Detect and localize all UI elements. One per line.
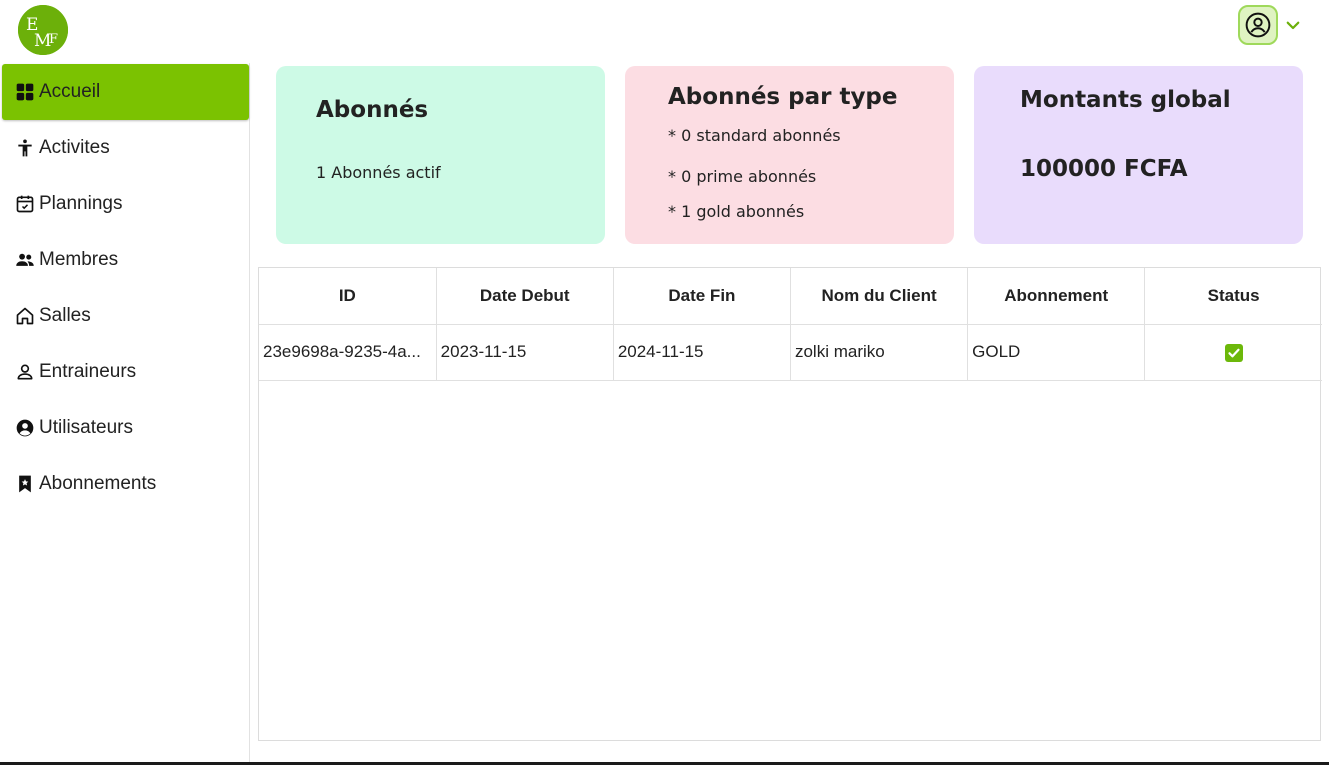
- sidebar: Accueil Activites Plannings Membres Sall…: [0, 63, 250, 765]
- sidebar-item-utilisateurs[interactable]: Utilisateurs: [2, 400, 249, 456]
- cell-abonnement: GOLD: [967, 324, 1146, 381]
- subscriptions-table: ID Date Debut Date Fin Nom du Client Abo…: [258, 267, 1322, 741]
- card-title: Abonnés: [316, 97, 429, 123]
- sidebar-item-abonnements[interactable]: Abonnements: [2, 456, 249, 512]
- sidebar-item-salles[interactable]: Salles: [2, 288, 249, 344]
- sidebar-item-accueil[interactable]: Accueil: [2, 64, 249, 120]
- sidebar-item-label: Activites: [39, 137, 110, 158]
- sidebar-item-label: Membres: [39, 249, 119, 270]
- cell-client: zolki mariko: [790, 324, 969, 381]
- card-subscribers: Abonnés 1 Abonnés actif: [276, 66, 605, 244]
- sidebar-item-activites[interactable]: Activites: [2, 120, 249, 176]
- table-row[interactable]: 23e9698a-9235-4a... 2023-11-15 2024-11-1…: [259, 324, 1322, 381]
- sidebar-item-membres[interactable]: Membres: [2, 232, 249, 288]
- user-circle-icon: [1245, 12, 1271, 38]
- sidebar-item-label: Entraineurs: [39, 361, 137, 382]
- sidebar-item-plannings[interactable]: Plannings: [2, 176, 249, 232]
- table-header-row: ID Date Debut Date Fin Nom du Client Abo…: [259, 268, 1322, 325]
- logo-emblem-icon: E M F: [18, 5, 68, 55]
- bookmark-star-icon: [14, 473, 36, 495]
- group-icon: [14, 249, 36, 271]
- card-title: Montants global: [1020, 87, 1231, 113]
- sidebar-item-label: Accueil: [39, 81, 101, 102]
- profile-button[interactable]: [1238, 5, 1278, 45]
- brand-logo[interactable]: E M F: [18, 5, 68, 55]
- column-header-date-debut[interactable]: Date Debut: [436, 268, 614, 325]
- person-activity-icon: [14, 137, 36, 159]
- global-amount-value: 100000 FCFA: [1020, 156, 1188, 182]
- svg-text:F: F: [49, 32, 58, 47]
- cell-id: 23e9698a-9235-4a...: [259, 324, 437, 381]
- cell-status: [1144, 324, 1322, 381]
- type-line-gold: * 1 gold abonnés: [668, 202, 805, 221]
- type-line-standard: * 0 standard abonnés: [668, 126, 841, 145]
- sidebar-item-entraineurs[interactable]: Entraineurs: [2, 344, 249, 400]
- calendar-check-icon: [14, 193, 36, 215]
- card-subscribers-by-type: Abonnés par type * 0 standard abonnés * …: [625, 66, 954, 244]
- column-header-status[interactable]: Status: [1144, 268, 1322, 325]
- app-root: E M F Accueil Activites Plannings Membre…: [0, 0, 1329, 765]
- sidebar-item-label: Plannings: [39, 193, 123, 214]
- person-icon: [14, 361, 36, 383]
- chevron-down-icon[interactable]: [1284, 16, 1302, 34]
- sidebar-item-label: Abonnements: [39, 473, 157, 494]
- column-header-client[interactable]: Nom du Client: [790, 268, 969, 325]
- column-header-id[interactable]: ID: [259, 268, 437, 325]
- status-check-icon[interactable]: [1224, 343, 1243, 362]
- column-header-date-fin[interactable]: Date Fin: [613, 268, 791, 325]
- cell-date-debut: 2023-11-15: [436, 324, 614, 381]
- sidebar-item-label: Utilisateurs: [39, 417, 133, 438]
- column-header-abonnement[interactable]: Abonnement: [967, 268, 1146, 325]
- card-title: Abonnés par type: [668, 84, 898, 110]
- cell-date-fin: 2024-11-15: [613, 324, 791, 381]
- active-subscribers-text: 1 Abonnés actif: [316, 163, 441, 182]
- card-global-amount: Montants global 100000 FCFA: [974, 66, 1303, 244]
- sidebar-item-label: Salles: [39, 305, 91, 326]
- dashboard-icon: [14, 81, 36, 103]
- type-line-prime: * 0 prime abonnés: [668, 167, 817, 186]
- user-circle-icon: [14, 417, 36, 439]
- home-icon: [14, 305, 36, 327]
